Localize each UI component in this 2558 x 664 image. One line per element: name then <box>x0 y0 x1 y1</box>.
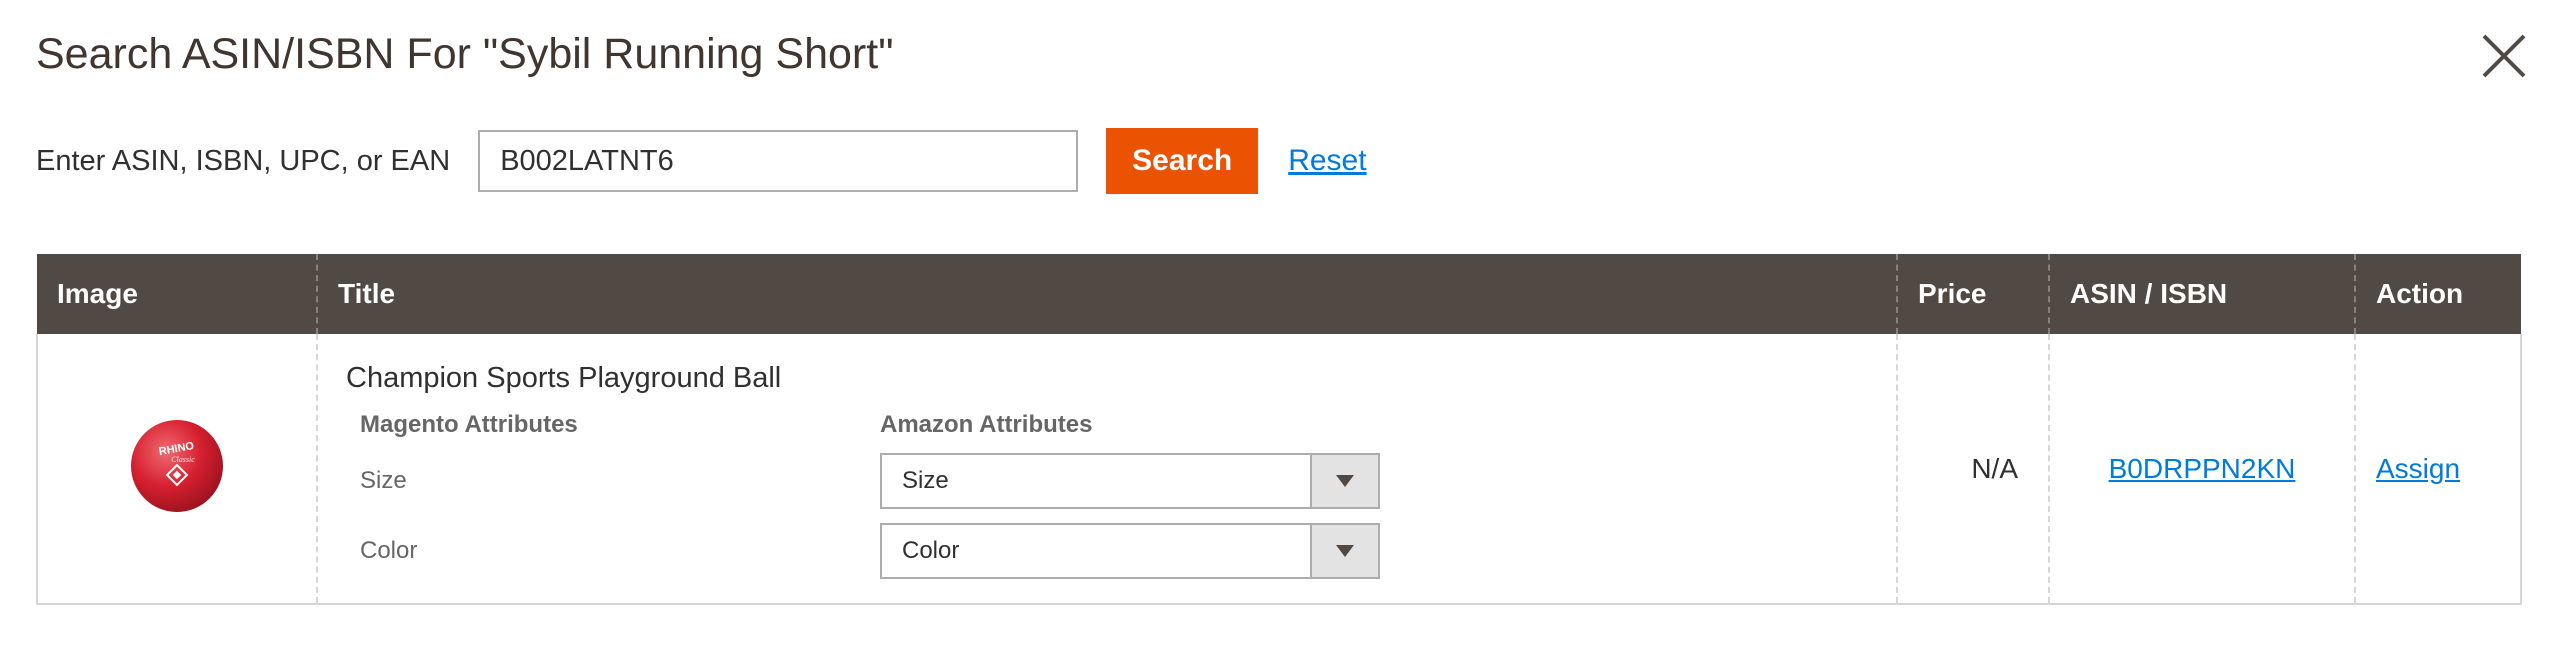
amazon-color-select[interactable]: Color <box>880 523 1380 579</box>
dropdown-arrow[interactable] <box>1310 525 1378 577</box>
caret-down-icon <box>1336 545 1354 557</box>
svg-text:Classic: Classic <box>171 455 195 464</box>
product-image: RHINO Classic <box>127 416 227 521</box>
attribute-label-color: Color <box>360 537 418 564</box>
price-cell: N/A <box>1896 334 2049 605</box>
caret-down-icon <box>1336 475 1354 487</box>
attribute-mapping: Magento Attributes Amazon Attributes Siz… <box>346 411 1868 579</box>
table-row: RHINO Classic Champion Sports Playground… <box>36 334 2522 605</box>
results-table: Image Title Price ASIN / ISBN Action RHI… <box>36 254 2522 605</box>
close-icon <box>2482 34 2526 78</box>
column-header-price: Price <box>1896 254 2049 334</box>
title-cell: Champion Sports Playground Ball Magento … <box>316 334 1897 605</box>
select-value: Size <box>902 467 949 494</box>
asin-link[interactable]: B0DRPPN2KN <box>2109 453 2296 484</box>
search-input[interactable] <box>478 130 1079 192</box>
search-label: Enter ASIN, ISBN, UPC, or EAN <box>36 144 451 177</box>
column-header-image: Image <box>37 254 317 334</box>
reset-link[interactable]: Reset <box>1288 144 1366 178</box>
asin-cell: B0DRPPN2KN <box>2048 334 2355 605</box>
dropdown-arrow[interactable] <box>1310 455 1378 507</box>
search-row: Enter ASIN, ISBN, UPC, or EAN Search Res… <box>36 128 1367 194</box>
assign-link[interactable]: Assign <box>2376 453 2460 484</box>
column-header-title: Title <box>316 254 1897 334</box>
amazon-size-select[interactable]: Size <box>880 453 1380 509</box>
column-header-asin: ASIN / ISBN <box>2048 254 2355 334</box>
image-cell: RHINO Classic <box>36 334 317 605</box>
attribute-label-size: Size <box>360 467 407 494</box>
product-title: Champion Sports Playground Ball <box>346 362 782 394</box>
table-header-row: Image Title Price ASIN / ISBN Action <box>37 254 2521 334</box>
action-cell: Assign <box>2354 334 2522 605</box>
close-button[interactable] <box>2478 30 2530 82</box>
amazon-attributes-header: Amazon Attributes <box>880 411 1093 438</box>
column-header-action: Action <box>2354 254 2521 334</box>
search-button[interactable]: Search <box>1106 128 1259 194</box>
modal-title: Search ASIN/ISBN For "Sybil Running Shor… <box>36 30 894 78</box>
select-value: Color <box>902 537 960 564</box>
red-playground-ball-icon: RHINO Classic <box>131 420 223 512</box>
magento-attributes-header: Magento Attributes <box>360 411 578 438</box>
